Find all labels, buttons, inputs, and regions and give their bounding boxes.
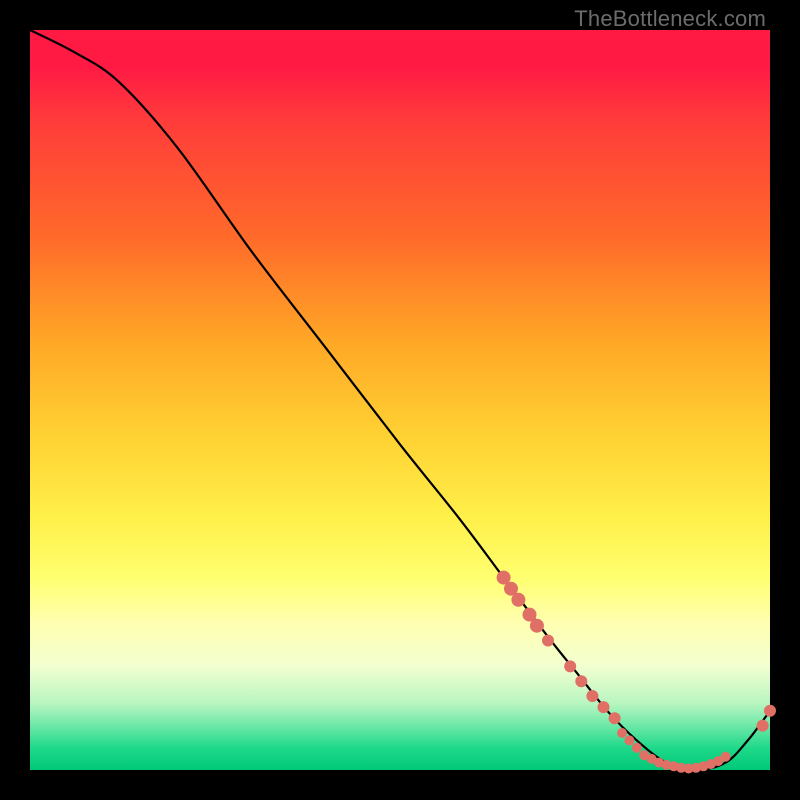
data-marker xyxy=(609,712,621,724)
data-marker xyxy=(764,705,776,717)
data-marker xyxy=(598,701,610,713)
data-marker xyxy=(721,752,731,762)
data-marker xyxy=(757,720,769,732)
data-marker xyxy=(586,690,598,702)
curve-svg xyxy=(30,30,770,770)
plot-area xyxy=(30,30,770,770)
chart-frame: TheBottleneck.com xyxy=(0,0,800,800)
data-marker xyxy=(564,660,576,672)
bottleneck-curve xyxy=(30,30,770,770)
data-marker xyxy=(530,619,544,633)
watermark-label: TheBottleneck.com xyxy=(574,6,766,32)
data-marker xyxy=(511,593,525,607)
data-marker xyxy=(575,675,587,687)
data-marker xyxy=(542,635,554,647)
data-marker xyxy=(624,735,634,745)
data-marker xyxy=(632,743,642,753)
data-marker xyxy=(617,728,627,738)
marker-group xyxy=(497,571,776,774)
